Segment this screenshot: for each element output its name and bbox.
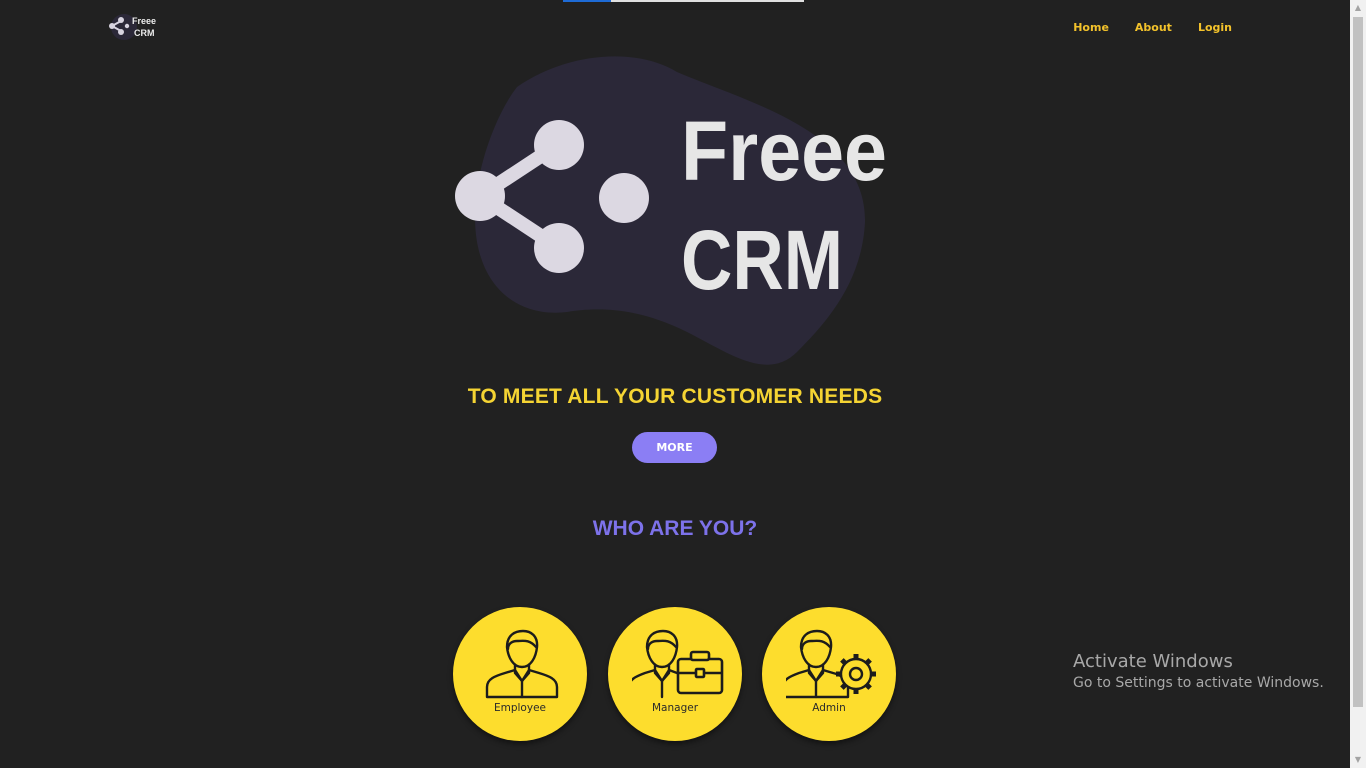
more-button[interactable]: MORE xyxy=(632,432,717,463)
scroll-up-arrow-icon[interactable]: ▲ xyxy=(1350,0,1366,16)
role-admin-card[interactable]: Admin xyxy=(762,607,896,741)
nav-home-link[interactable]: Home xyxy=(1073,21,1109,34)
svg-text:CRM: CRM xyxy=(681,213,843,307)
role-admin-label: Admin xyxy=(812,702,846,714)
manager-briefcase-icon xyxy=(632,629,724,699)
admin-gear-icon xyxy=(786,629,876,699)
tagline: TO MEET ALL YOUR CUSTOMER NEEDS xyxy=(467,385,883,408)
scroll-down-arrow-icon[interactable]: ▼ xyxy=(1350,752,1366,768)
site-logo[interactable]: Freee CRM xyxy=(106,12,158,42)
employee-icon xyxy=(485,629,559,699)
top-nav: Home About Login xyxy=(1073,21,1232,34)
page-load-progress xyxy=(563,0,804,2)
who-are-you-heading: WHO ARE YOU? xyxy=(592,517,758,540)
nav-about-link[interactable]: About xyxy=(1135,21,1172,34)
nav-login-link[interactable]: Login xyxy=(1198,21,1232,34)
svg-text:CRM: CRM xyxy=(134,28,155,38)
activate-windows-watermark: Activate Windows Go to Settings to activ… xyxy=(1073,651,1324,691)
role-manager-label: Manager xyxy=(651,702,699,714)
svg-text:Freee: Freee xyxy=(681,104,887,198)
vertical-scrollbar[interactable]: ▲ ▼ xyxy=(1350,0,1366,768)
watermark-subtitle: Go to Settings to activate Windows. xyxy=(1073,675,1324,691)
svg-text:Freee: Freee xyxy=(132,16,156,26)
role-employee-label: Employee xyxy=(493,702,546,714)
hero-logo: Freee CRM xyxy=(447,52,897,367)
role-employee-card[interactable]: Employee xyxy=(453,607,587,741)
watermark-title: Activate Windows xyxy=(1073,651,1233,672)
role-manager-card[interactable]: Manager xyxy=(608,607,742,741)
scrollbar-thumb[interactable] xyxy=(1353,17,1363,707)
